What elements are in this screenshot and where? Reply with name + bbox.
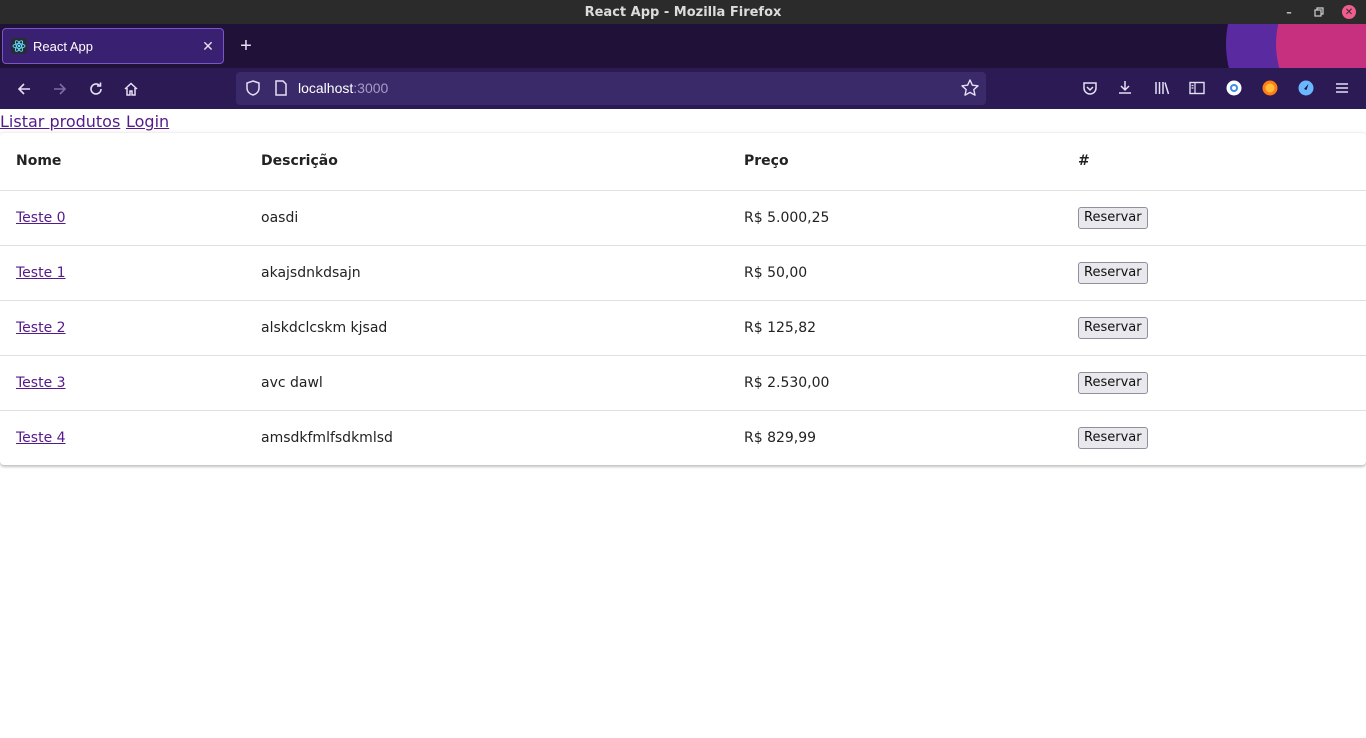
products-table-card: Nome Descrição Preço # Teste 0 oasdi R$ … (0, 132, 1366, 465)
window-titlebar: React App - Mozilla Firefox – ✕ (0, 0, 1366, 24)
home-icon[interactable] (118, 76, 144, 102)
close-window-icon[interactable]: ✕ (1342, 5, 1356, 19)
extension-ublock-icon[interactable] (1259, 77, 1281, 99)
forward-icon[interactable] (47, 76, 73, 102)
window-controls: – ✕ (1282, 0, 1356, 24)
product-link[interactable]: Teste 4 (16, 430, 66, 446)
navigation-toolbar: localhost:3000 (0, 68, 1366, 109)
cell-preco: R$ 125,82 (728, 300, 1062, 356)
cell-action: Reservar (1062, 355, 1366, 411)
cell-nome: Teste 0 (0, 190, 245, 246)
header-descricao: Descrição (245, 133, 728, 191)
reservar-button[interactable]: Reservar (1078, 371, 1148, 394)
product-link[interactable]: Teste 0 (16, 210, 66, 226)
extension-compass-icon[interactable] (1295, 77, 1317, 99)
cell-descricao: amsdkfmlfsdkmlsd (261, 429, 393, 446)
product-link[interactable]: Teste 2 (16, 320, 66, 336)
table-row: Teste 4 amsdkfmlfsdkmlsd R$ 829,99 Reser… (0, 410, 1366, 465)
url-bar[interactable]: localhost:3000 (236, 72, 986, 105)
url-port: :3000 (353, 80, 389, 96)
pocket-icon[interactable] (1079, 77, 1101, 99)
page-info-icon[interactable] (272, 79, 290, 102)
cell-descricao: oasdi (245, 190, 728, 246)
url-host: localhost (298, 80, 354, 96)
cell-action: Reservar (1062, 245, 1366, 301)
library-icon[interactable] (1151, 77, 1173, 99)
url-text[interactable]: localhost:3000 (298, 80, 388, 96)
cell-nome: Teste 1 (0, 245, 245, 301)
cell-descricao: akajsdnkdsajn (245, 245, 728, 301)
table-row: Teste 0 oasdi R$ 5.000,25 Reservar (0, 190, 1366, 246)
reservar-button[interactable]: Reservar (1078, 206, 1148, 229)
cell-descricao: avc dawl (245, 355, 728, 411)
table-row: Teste 3 avc dawl R$ 2.530,00 Reservar (0, 355, 1366, 411)
close-tab-icon[interactable]: ✕ (197, 35, 219, 57)
cell-nome: Teste 3 (0, 355, 245, 411)
cell-preco: R$ 2.530,00 (728, 355, 1062, 411)
back-icon[interactable] (11, 76, 37, 102)
page-content: Listar produtos Login Nome Descrição Pre… (0, 109, 1366, 738)
tab-strip: React App ✕ + (0, 24, 1366, 68)
bookmark-star-icon[interactable] (960, 78, 980, 103)
table-row: Teste 1 akajsdnkdsajn R$ 50,00 Reservar (0, 245, 1366, 301)
cell-action: Reservar (1062, 190, 1366, 246)
downloads-icon[interactable] (1114, 77, 1136, 99)
reservar-button[interactable]: Reservar (1078, 316, 1148, 339)
minimize-icon[interactable]: – (1282, 5, 1296, 19)
cell-preco: R$ 829,99 (744, 429, 817, 446)
cell-descricao: alskdclcskm kjsad (245, 300, 728, 356)
restore-icon[interactable] (1312, 5, 1326, 19)
listar-produtos-link[interactable]: Listar produtos (0, 112, 120, 131)
header-nome: Nome (0, 133, 245, 191)
react-logo-icon (11, 38, 27, 54)
product-link[interactable]: Teste 3 (16, 375, 66, 391)
products-table: Nome Descrição Preço # Teste 0 oasdi R$ … (0, 133, 1366, 465)
header-preco: Preço (728, 133, 1062, 191)
reservar-button[interactable]: Reservar (1078, 261, 1148, 284)
sidebar-icon[interactable] (1186, 77, 1208, 99)
tab-label: React App (33, 38, 93, 54)
reservar-button[interactable]: Reservar (1078, 426, 1148, 449)
table-header-row: Nome Descrição Preço # (0, 133, 1366, 191)
cell-nome: Teste 2 (0, 300, 245, 356)
table-row: Teste 2 alskdclcskm kjsad R$ 125,82 Rese… (0, 300, 1366, 356)
cell-action: Reservar (1062, 300, 1366, 356)
tracking-protection-shield-icon[interactable] (244, 79, 262, 102)
login-link[interactable]: Login (126, 112, 169, 131)
product-link[interactable]: Teste 1 (16, 265, 66, 281)
tab-react-app[interactable]: React App ✕ (2, 28, 224, 64)
window-title: React App - Mozilla Firefox (584, 4, 782, 20)
cell-preco: R$ 5.000,25 (728, 190, 1062, 246)
cell-nome: Teste 4 (0, 410, 245, 465)
cell-action: Reservar (1062, 410, 1366, 465)
cell-preco: R$ 50,00 (728, 245, 1062, 301)
account-icon[interactable] (1223, 77, 1245, 99)
menu-icon[interactable] (1331, 77, 1353, 99)
reload-icon[interactable] (83, 76, 109, 102)
new-tab-button[interactable]: + (234, 34, 258, 58)
header-actions: # (1062, 133, 1366, 191)
theme-decoration-accent (1276, 24, 1366, 68)
